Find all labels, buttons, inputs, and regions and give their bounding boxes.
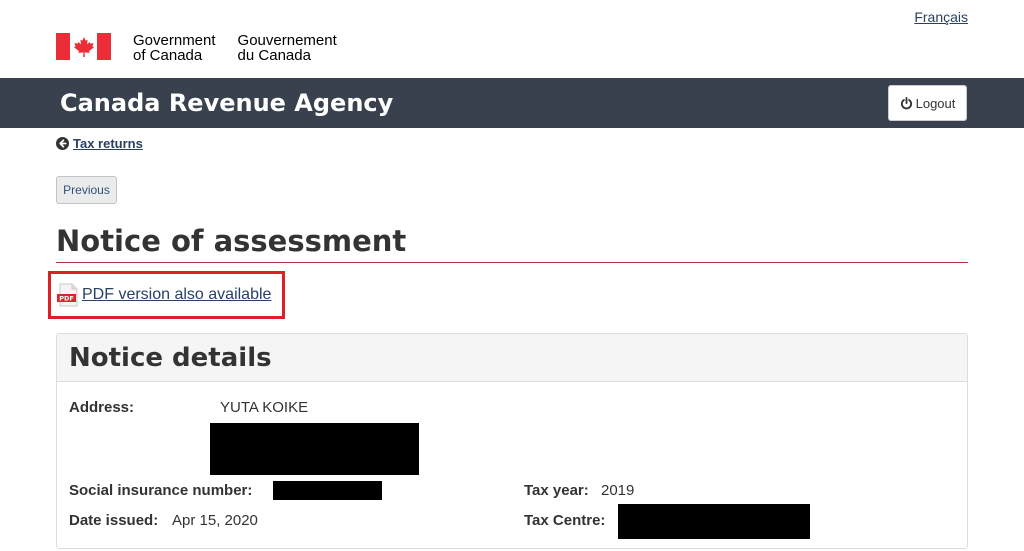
date-issued-label: Date issued: [69,512,159,529]
tax-year-value: 2019 [601,482,635,499]
signature-french-line2: du Canada [237,47,311,64]
page-title: Notice of assessment [56,224,407,258]
address-name: YUTA KOIKE [220,399,309,416]
title-divider [56,262,968,263]
logout-button[interactable]: Logout [888,85,967,121]
signature-english-line2: of Canada [133,47,203,64]
panel-heading: Notice details [57,334,967,382]
language-toggle-link[interactable]: Français [914,9,968,25]
notice-details-panel: Notice details Address: YUTA KOIKE Socia… [56,333,968,549]
date-issued-value: Apr 15, 2020 [172,512,258,529]
sin-redaction [273,481,382,500]
address-label: Address: [69,399,135,416]
signature-french: Gouvernement du Canada [238,33,337,63]
power-icon [900,96,912,109]
circle-arrow-left-icon [56,137,69,150]
back-link-label: Tax returns [73,136,143,151]
logout-label: Logout [915,95,956,111]
previous-button[interactable]: Previous [56,176,117,204]
tax-centre-redaction [618,504,810,539]
pdf-version-link[interactable]: PDF PDF version also available [57,283,271,307]
panel-title: Notice details [69,343,272,373]
signature-french-line1: Gouvernement [237,32,337,49]
pdf-link-label: PDF version also available [82,286,272,303]
svg-text:PDF: PDF [59,295,74,303]
address-redaction [210,423,419,475]
signature-english-line1: Government [133,32,216,49]
app-bar: Canada Revenue Agency Logout [0,78,1024,128]
app-title: Canada Revenue Agency [60,89,394,117]
canada-flag-icon [56,33,111,60]
sin-label: Social insurance number: [69,482,253,499]
signature-english: Government of Canada [133,33,216,63]
pdf-file-icon: PDF [57,283,78,307]
back-to-tax-returns-link[interactable]: Tax returns [56,136,143,151]
tax-year-label: Tax year: [524,482,589,499]
government-signature: Government of Canada Gouvernement du Can… [56,33,337,63]
tax-centre-label: Tax Centre: [524,512,606,529]
